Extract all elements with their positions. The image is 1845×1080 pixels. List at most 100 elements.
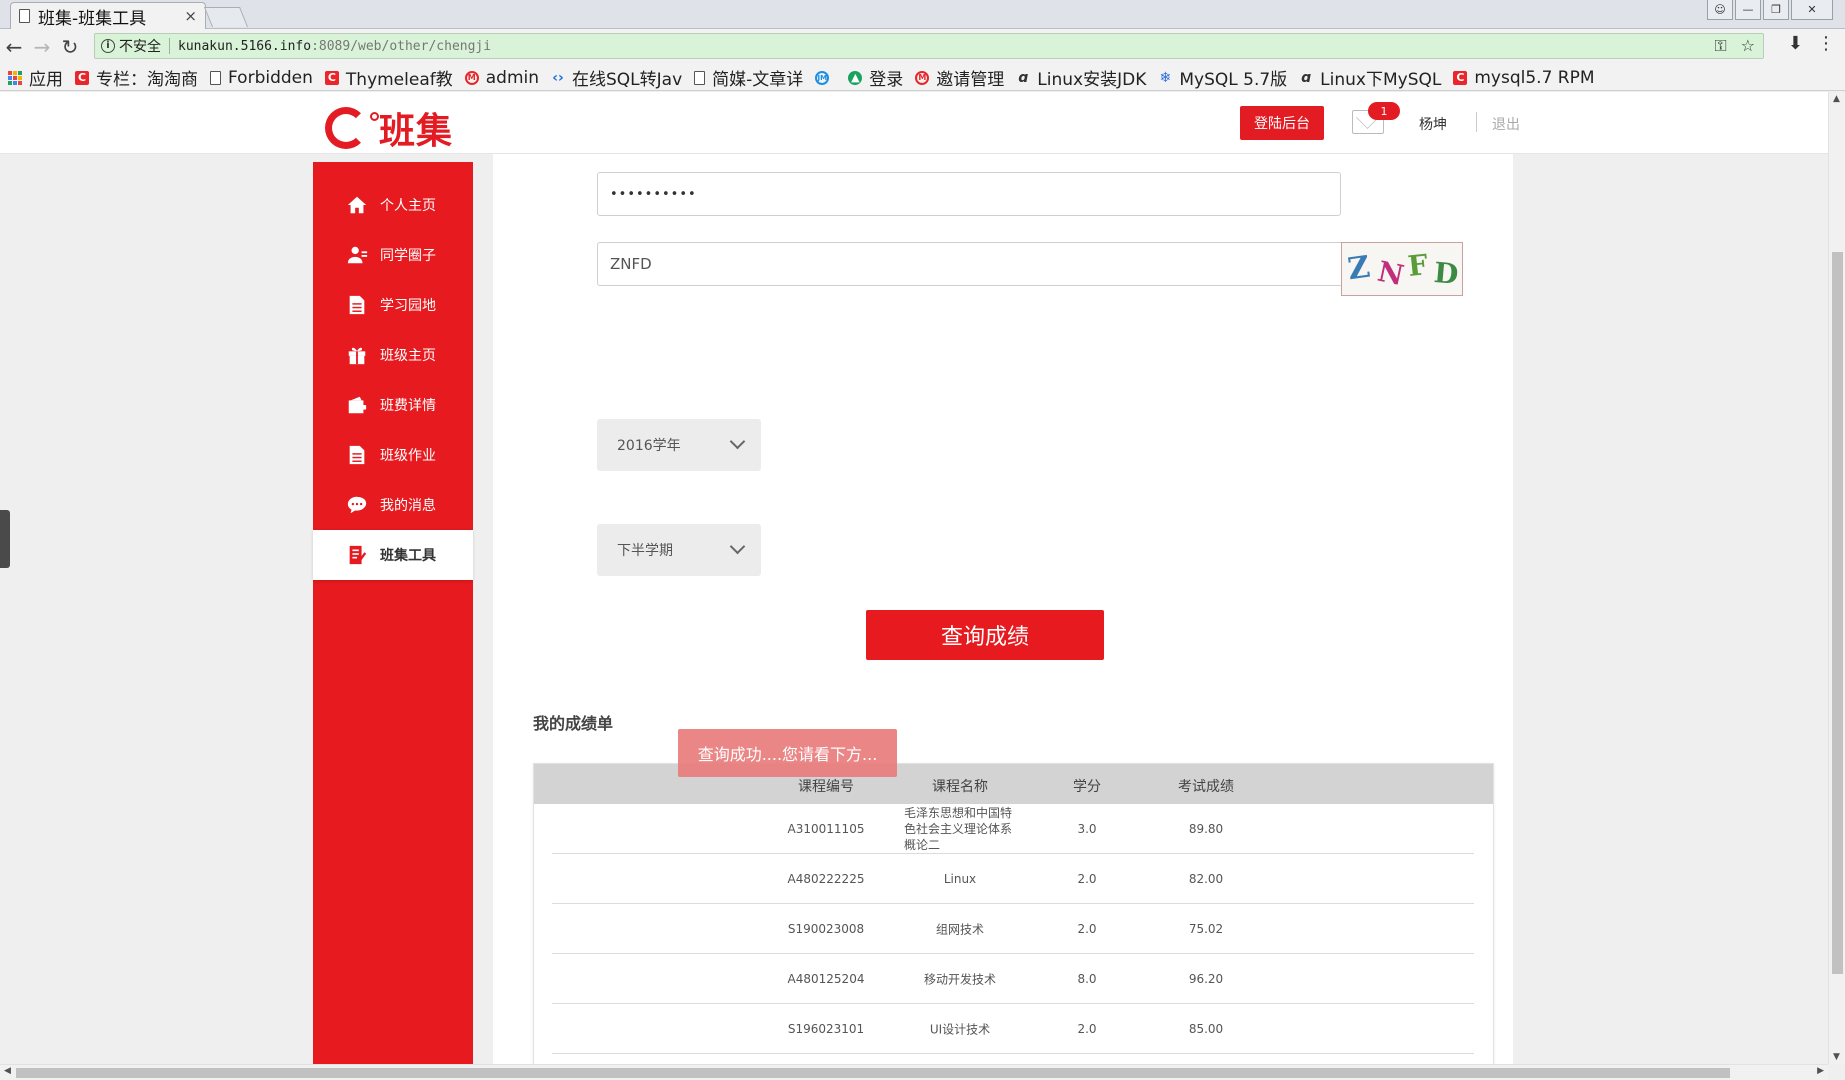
sidebar-item-classmates[interactable]: 同学圈子 [313,230,473,280]
new-tab-button[interactable] [203,7,249,27]
captcha-image[interactable]: Z N F D [1341,242,1463,296]
vertical-scrollbar[interactable]: ▲ ▼ [1828,92,1845,1064]
browser-titlebar: 班集-班集工具 × ☺ — ❐ ✕ [0,0,1845,29]
bookmark-item[interactable]: C 专栏：淘淘商 [75,65,198,90]
table-row: S190023008 组网技术 2.0 75.02 [552,904,1474,954]
bookmark-item[interactable]: 简媒-文章详 [694,65,803,90]
course-code: S196023101 [787,1021,865,1036]
course-name: 毛泽东思想和中国特色社会主义理论体系概论二 [904,805,1013,852]
bookmark-label: Thymeleaf教 [345,70,453,90]
course-score: 85.00 [1188,1021,1224,1036]
jm-icon: JM [815,70,830,85]
key-icon[interactable]: ⚿ [1714,36,1726,56]
course-credit: 3.0 [1077,821,1097,836]
bookmark-item[interactable]: M admin [464,68,539,88]
bookmark-item[interactable]: C mysql5.7 RPM [1453,67,1595,88]
scrollbar-thumb[interactable] [16,1068,1730,1078]
captcha-char: Z [1345,249,1373,288]
sidebar-item-class-home[interactable]: 班级主页 [313,330,473,380]
reload-icon[interactable]: ↻ [56,33,84,61]
bookmark-apps[interactable]: 应用 [8,65,63,90]
bookmark-item[interactable]: ❄ MySQL 5.7版 [1158,65,1287,91]
window-controls: ☺ — ❐ ✕ [1707,0,1833,20]
school-year-select[interactable]: 2016学年 [597,419,761,471]
username[interactable]: 杨坤 [1419,114,1447,134]
sidebar-item-tools[interactable]: 班集工具 [313,530,473,580]
document-icon [694,70,706,85]
sidebar-item-home[interactable]: 个人主页 [313,180,473,230]
scroll-up-icon[interactable]: ▲ [1833,94,1840,104]
paw-icon: ❄ [1159,69,1172,86]
bookmark-label: mysql5.7 RPM [1474,67,1595,88]
bookmark-item[interactable]: M 邀请管理 [915,65,1004,90]
scroll-down-icon[interactable]: ▼ [1833,1052,1840,1062]
chevron-down-icon [729,433,746,450]
browser-tab[interactable]: 班集-班集工具 × [10,2,206,29]
sidebar-item-label: 班费详情 [380,398,436,414]
captcha-input[interactable]: ZNFD [597,242,1343,286]
mail-count-badge[interactable]: 1 [1368,102,1400,120]
semester-select[interactable]: 下半学期 [597,524,761,576]
grade-query-panel: •••••••••• ZNFD Z N F D 2016学年 下半学期 查询成绩… [493,154,1513,1064]
notes-icon [346,544,368,566]
csdn-icon: C [324,70,339,85]
captcha-char: F [1406,248,1430,283]
column-header: 考试成绩 [1178,779,1234,795]
sidebar-item-label: 个人主页 [380,198,436,214]
table-row: A480125204 移动开发技术 8.0 96.20 [552,954,1474,1004]
bookmark-item[interactable]: C Thymeleaf教 [324,65,453,90]
sidebar-item-fees[interactable]: 班费详情 [313,380,473,430]
user-icon [346,244,368,266]
tab-close-icon[interactable]: × [184,7,197,25]
bookmarks-bar: 应用 C 专栏：淘淘商 Forbidden C Thymeleaf教 M adm… [0,65,1845,91]
admin-login-button[interactable]: 登陆后台 [1240,106,1324,140]
minimize-button[interactable]: — [1735,0,1761,20]
bookmark-item[interactable]: ɑ Linux安装JDK [1016,65,1147,91]
star-icon[interactable]: ☆ [1741,36,1755,56]
scrollbar-thumb[interactable] [1832,252,1843,974]
close-window-button[interactable]: ✕ [1791,0,1833,20]
bookmark-item[interactable]: JM [815,70,836,85]
profile-icon[interactable]: ☺ [1707,0,1733,20]
back-icon[interactable]: ← [0,33,28,61]
bookmark-item[interactable]: ɑ Linux下MySQL [1299,65,1441,91]
bookmark-item[interactable]: Forbidden [210,68,313,88]
course-credit: 2.0 [1077,921,1097,936]
query-grades-button[interactable]: 查询成绩 [866,610,1104,660]
logout-link[interactable]: 退出 [1492,114,1520,134]
column-header: 学分 [1073,779,1101,795]
red-circle-icon: M [915,70,930,85]
bookmark-label: 登录 [869,70,904,90]
bookmark-item[interactable]: ▲ 登录 [848,65,903,90]
divider [169,38,170,54]
course-credit: 2.0 [1077,871,1097,886]
forward-icon[interactable]: → [28,33,56,61]
sidebar-item-study[interactable]: 学习园地 [313,280,473,330]
captcha-char: N [1374,254,1407,293]
site-logo[interactable]: 班集 [325,102,453,154]
bookmark-label: Linux安装JDK [1037,70,1147,90]
bookmark-label: 在线SQL转Jav [572,70,683,90]
info-icon[interactable]: i [101,39,115,53]
password-field[interactable]: •••••••••• [597,172,1341,216]
select-value: 下半学期 [617,543,673,559]
horizontal-scrollbar[interactable]: ◀ ▶ [0,1064,1828,1080]
download-icon[interactable]: ⬇ [1788,33,1803,54]
security-label[interactable]: 不安全 [119,36,161,56]
bookmark-label: 邀请管理 [936,70,1005,90]
scroll-right-icon[interactable]: ▶ [1817,1066,1824,1076]
bookmark-item[interactable]: ‹› 在线SQL转Jav [551,65,683,91]
course-code: S190023008 [787,921,865,936]
address-bar[interactable]: i 不安全 kunakun.5166.info :8089/web/other/… [94,33,1764,59]
menu-icon[interactable]: ⋮ [1817,33,1835,54]
sidebar-item-messages[interactable]: 我的消息 [313,480,473,530]
sidebar-item-homework[interactable]: 班级作业 [313,430,473,480]
side-drawer-handle[interactable] [0,510,10,568]
course-name: 移动开发技术 [923,972,997,986]
course-name: 组网技术 [935,922,985,936]
course-score: 82.00 [1188,871,1224,886]
scroll-left-icon[interactable]: ◀ [4,1066,11,1076]
grades-table: 课程编号 课程名称 学分 考试成绩 A310011105 毛泽东思想和中国特色社… [533,763,1494,1064]
site-header: 班集 登陆后台 1 杨坤 退出 [0,92,1828,154]
restore-button[interactable]: ❐ [1763,0,1789,20]
